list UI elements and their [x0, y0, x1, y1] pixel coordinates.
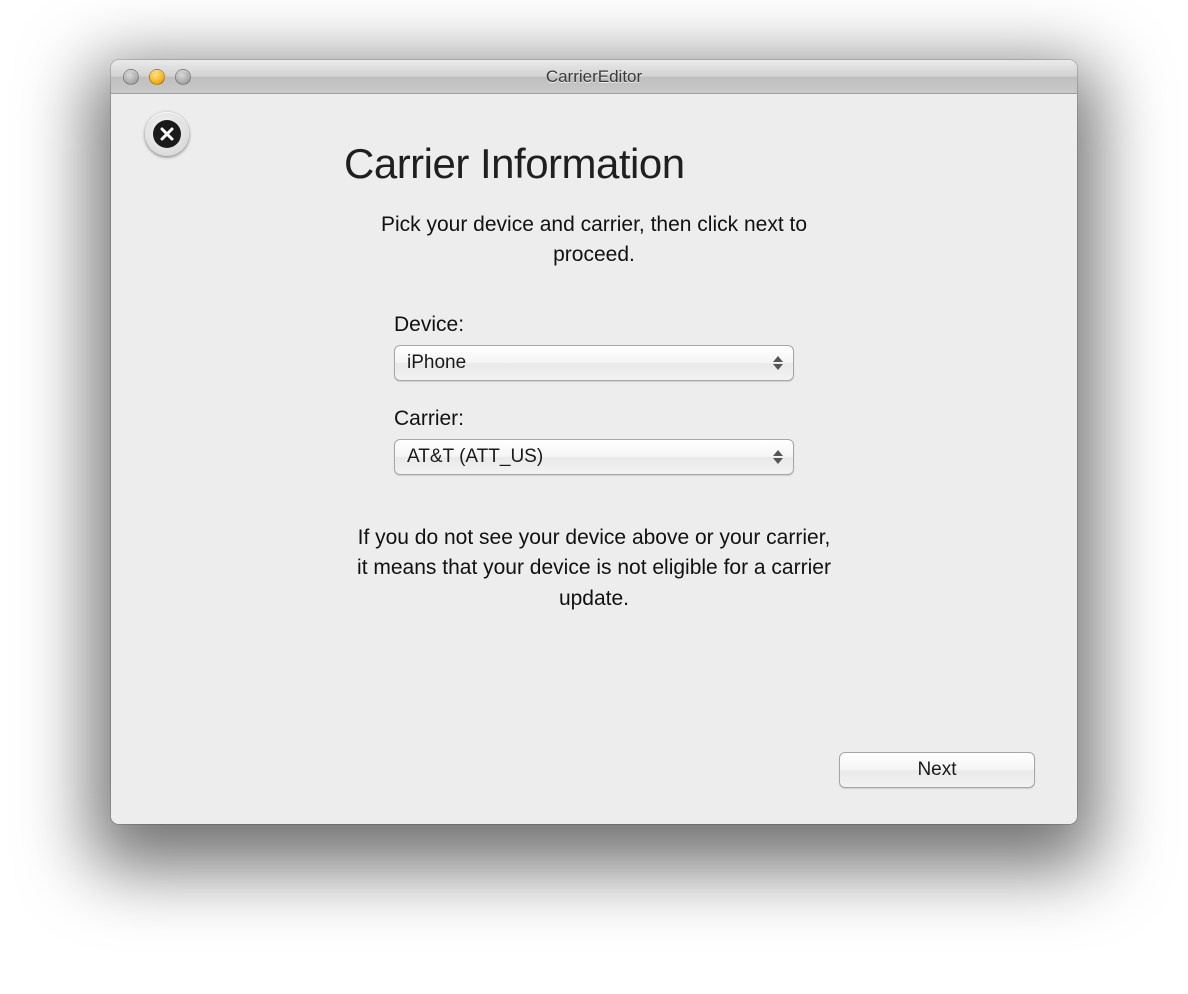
window-close-button[interactable]	[123, 69, 139, 85]
device-group: Device: iPhone	[344, 313, 844, 381]
device-select[interactable]: iPhone	[394, 345, 794, 381]
close-icon	[153, 120, 181, 148]
footer: Next	[839, 752, 1035, 788]
main-column: Carrier Information Pick your device and…	[344, 122, 844, 614]
device-select-value: iPhone	[407, 352, 466, 374]
window-zoom-button[interactable]	[175, 69, 191, 85]
app-window: CarrierEditor Carrier Information Pick y…	[111, 60, 1077, 824]
close-badge-button[interactable]	[145, 112, 189, 156]
traffic-lights	[123, 69, 191, 85]
updown-arrows-icon	[773, 356, 783, 370]
carrier-group: Carrier: AT&T (ATT_US)	[344, 407, 844, 475]
device-label: Device:	[394, 313, 794, 337]
window-title: CarrierEditor	[111, 67, 1077, 87]
updown-arrows-icon	[773, 450, 783, 464]
hint-text: If you do not see your device above or y…	[344, 523, 844, 614]
next-button[interactable]: Next	[839, 752, 1035, 788]
titlebar[interactable]: CarrierEditor	[111, 60, 1077, 94]
carrier-select-value: AT&T (ATT_US)	[407, 446, 543, 468]
window-minimize-button[interactable]	[149, 69, 165, 85]
carrier-select[interactable]: AT&T (ATT_US)	[394, 439, 794, 475]
page-subtitle: Pick your device and carrier, then click…	[344, 210, 844, 271]
carrier-label: Carrier:	[394, 407, 794, 431]
page-heading: Carrier Information	[344, 140, 844, 188]
content-area: Carrier Information Pick your device and…	[111, 94, 1077, 824]
